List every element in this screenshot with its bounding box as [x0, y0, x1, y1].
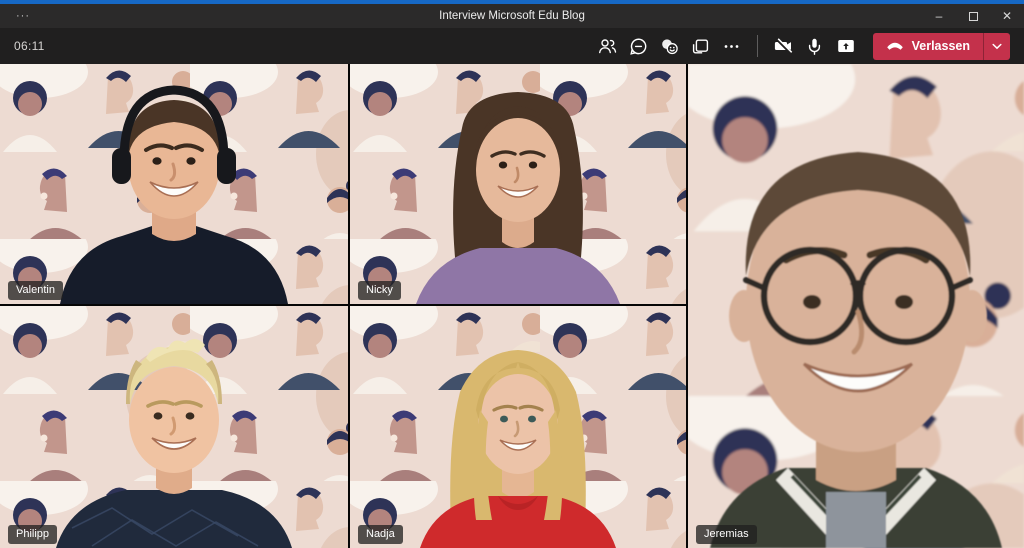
participant-name-label: Nadja: [358, 525, 403, 544]
participant-name-label: Valentin: [8, 281, 63, 300]
toolbar-divider: [757, 35, 758, 57]
hangup-icon: [886, 40, 904, 52]
leave-button-label: Verlassen: [912, 39, 970, 53]
call-toolbar: 06:11: [0, 28, 1024, 64]
video-tile-valentin[interactable]: Valentin: [0, 64, 348, 304]
share-screen-button[interactable]: [831, 31, 861, 61]
participant-name-label: Philipp: [8, 525, 57, 544]
participant-name-label: Jeremias: [696, 525, 757, 544]
share-screen-icon: [835, 35, 857, 57]
call-timer: 06:11: [14, 39, 45, 53]
camera-toggle-button[interactable]: [769, 31, 799, 61]
leave-options-button[interactable]: [984, 33, 1010, 60]
chevron-down-icon: [992, 43, 1002, 50]
video-tile-jeremias[interactable]: Jeremias: [688, 64, 1024, 548]
breakout-rooms-button[interactable]: [686, 31, 716, 61]
maximize-button[interactable]: [956, 4, 990, 28]
video-tile-nadja[interactable]: Nadja: [350, 306, 686, 548]
chat-button[interactable]: [624, 31, 654, 61]
window-controls: – ✕: [922, 4, 1024, 28]
close-button[interactable]: ✕: [990, 4, 1024, 28]
more-options-button[interactable]: [717, 31, 747, 61]
video-tile-nicky[interactable]: Nicky: [350, 64, 686, 304]
video-tile-philipp[interactable]: Philipp: [0, 306, 348, 548]
mic-toggle-button[interactable]: [800, 31, 830, 61]
minimize-button[interactable]: –: [922, 4, 956, 28]
teams-call-window: ··· Interview Microsoft Edu Blog – ✕ 06:…: [0, 0, 1024, 548]
more-options-icon: [721, 36, 742, 57]
titlebar: ··· Interview Microsoft Edu Blog – ✕: [0, 4, 1024, 28]
reactions-button[interactable]: [655, 31, 685, 61]
participant-name-label: Nicky: [358, 281, 401, 300]
participants-icon: [597, 36, 618, 57]
leave-button-main[interactable]: Verlassen: [873, 33, 983, 60]
video-grid: Valentin: [0, 64, 1024, 548]
leave-button[interactable]: Verlassen: [873, 33, 1010, 60]
camera-off-icon: [773, 35, 795, 57]
participants-button[interactable]: [593, 31, 623, 61]
window-title: Interview Microsoft Edu Blog: [0, 10, 1024, 22]
mic-icon: [804, 36, 825, 57]
maximize-icon: [969, 12, 978, 21]
breakout-rooms-icon: [690, 36, 711, 57]
titlebar-menu-button[interactable]: ···: [0, 10, 46, 22]
chat-icon: [628, 36, 649, 57]
reactions-icon: [659, 36, 680, 57]
